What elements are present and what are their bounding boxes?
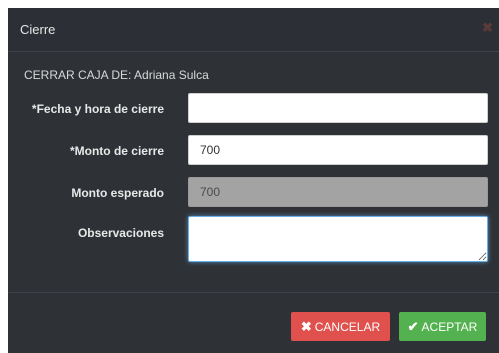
accept-button-label: ACEPTAR <box>421 319 478 334</box>
close-datetime-input[interactable] <box>188 93 488 123</box>
expected-amount-input <box>188 177 488 207</box>
cancel-button[interactable]: ✖ CANCELAR <box>291 312 390 341</box>
close-amount-label: *Monto de cierre <box>69 144 164 158</box>
observations-label: Observaciones <box>77 226 164 240</box>
close-register-modal: Cierre ✖ CERRAR CAJA DE: Adriana Sulca *… <box>8 8 499 353</box>
x-icon: ✖ <box>300 318 312 334</box>
modal-title: Cierre <box>20 22 56 37</box>
cancel-button-label: CANCELAR <box>314 319 381 334</box>
footer-divider <box>8 292 499 293</box>
close-icon[interactable]: ✖ <box>482 20 493 36</box>
check-icon: ✔ <box>407 318 419 334</box>
observations-textarea[interactable] <box>188 216 488 262</box>
close-datetime-label: *Fecha y hora de cierre <box>31 102 164 116</box>
close-amount-input[interactable] <box>188 135 488 165</box>
modal-header: Cierre ✖ <box>8 8 499 52</box>
cash-register-owner-label: CERRAR CAJA DE: Adriana Sulca <box>24 68 209 82</box>
accept-button[interactable]: ✔ ACEPTAR <box>399 312 486 341</box>
expected-amount-label: Monto esperado <box>71 186 164 200</box>
